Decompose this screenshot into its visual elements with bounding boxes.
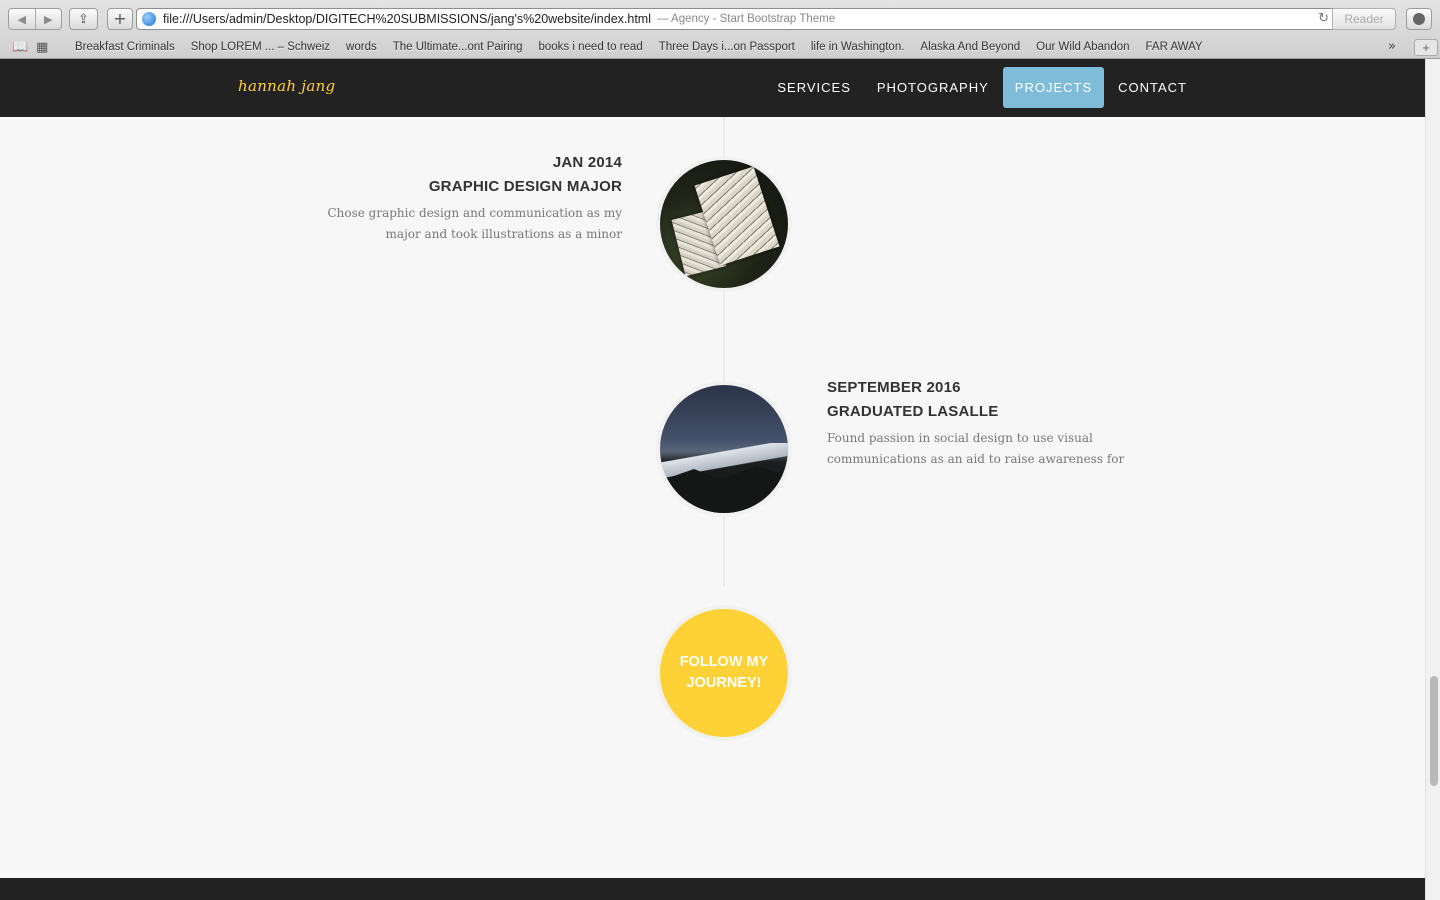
page-title-text: — Agency - Start Bootstrap Theme	[656, 13, 836, 25]
bookmark-item[interactable]: words	[346, 41, 377, 53]
nav-projects[interactable]: PROJECTS	[1002, 67, 1105, 108]
scroll-thumb[interactable]	[1430, 676, 1438, 786]
bookmark-item[interactable]: Alaska And Beyond	[920, 41, 1020, 53]
reader-button[interactable]: Reader	[1332, 8, 1396, 30]
entry-date: SEPTEMBER 2016	[827, 379, 961, 396]
entry-date: JAN 2014	[552, 154, 622, 171]
more-bookmarks-icon[interactable]: »	[1388, 39, 1396, 54]
entry-title: GRAPHIC DESIGN MAJOR	[428, 178, 622, 195]
nav-photography[interactable]: PHOTOGRAPHY	[865, 67, 1001, 108]
timeline-entry: SEPTEMBER 2016 GRADUATED LASALLE Found p…	[827, 376, 1147, 470]
nav-contact[interactable]: CONTACT	[1106, 67, 1199, 108]
bookmark-item[interactable]: books i need to read	[539, 41, 643, 53]
entry-description: Chose graphic design and communication a…	[327, 206, 622, 241]
bookmark-item[interactable]: Our Wild Abandon	[1036, 41, 1129, 53]
url-text[interactable]: file:///Users/admin/Desktop/DIGITECH%20S…	[163, 12, 651, 26]
timeline-entry: JAN 2014 GRAPHIC DESIGN MAJOR Chose grap…	[302, 151, 622, 245]
plus-icon: +	[113, 9, 127, 28]
grid-icon[interactable]: ▦	[36, 40, 56, 55]
site-footer	[0, 878, 1425, 900]
bookmark-item[interactable]: The Ultimate...ont Pairing	[393, 41, 523, 53]
bookmark-item[interactable]: Shop LOREM ... – Schweiz	[191, 41, 330, 53]
brand-logo[interactable]: hannah jang	[238, 77, 335, 95]
bookmark-item[interactable]: life in Washington.	[811, 41, 905, 53]
share-button[interactable]: ⇪	[69, 8, 98, 30]
bookmark-item[interactable]: Breakfast Criminals	[75, 41, 175, 53]
browser-toolbar: ◀ ▶ ⇪ + file:///Users/admin/Desktop/DIGI…	[0, 0, 1440, 36]
entry-description: Found passion in social design to use vi…	[827, 431, 1125, 466]
bookmark-item[interactable]: FAR AWAY	[1146, 41, 1203, 53]
sketchbook-photo	[656, 156, 792, 292]
add-bookmark-button[interactable]: +	[107, 8, 133, 30]
downloads-button[interactable]	[1406, 8, 1432, 30]
book-icon[interactable]: 📖	[12, 40, 32, 55]
bookmark-item[interactable]: Three Days i...on Passport	[659, 41, 795, 53]
download-icon	[1413, 13, 1425, 25]
entry-title: GRADUATED LASALLE	[827, 403, 999, 420]
back-forward-buttons[interactable]: ◀ ▶	[8, 8, 62, 30]
address-bar[interactable]: file:///Users/admin/Desktop/DIGITECH%20S…	[136, 8, 1396, 30]
web-page: hannah jang SERVICES PHOTOGRAPHY PROJECT…	[0, 59, 1425, 900]
browser-chrome: ◀ ▶ ⇪ + file:///Users/admin/Desktop/DIGI…	[0, 0, 1440, 59]
nav-services[interactable]: SERVICES	[765, 67, 863, 108]
page-scrollbar[interactable]	[1425, 59, 1440, 900]
new-tab-button[interactable]: +	[1414, 39, 1438, 56]
nav-menu: SERVICES PHOTOGRAPHY PROJECTS CONTACT	[763, 67, 1199, 108]
follow-journey-button[interactable]: FOLLOW MY JOURNEY!	[656, 605, 792, 741]
bookmarks-bar: 📖 ▦ Breakfast Criminals Shop LOREM ... –…	[0, 36, 1440, 58]
share-icon: ⇪	[78, 11, 89, 27]
forward-icon[interactable]: ▶	[36, 9, 62, 29]
mountain-photo	[656, 381, 792, 517]
back-icon[interactable]: ◀	[9, 9, 36, 29]
reload-icon[interactable]: ↻	[1318, 11, 1329, 26]
globe-icon	[142, 12, 156, 26]
site-navbar: hannah jang SERVICES PHOTOGRAPHY PROJECT…	[0, 59, 1425, 117]
follow-journey-label: FOLLOW MY JOURNEY!	[679, 654, 769, 691]
